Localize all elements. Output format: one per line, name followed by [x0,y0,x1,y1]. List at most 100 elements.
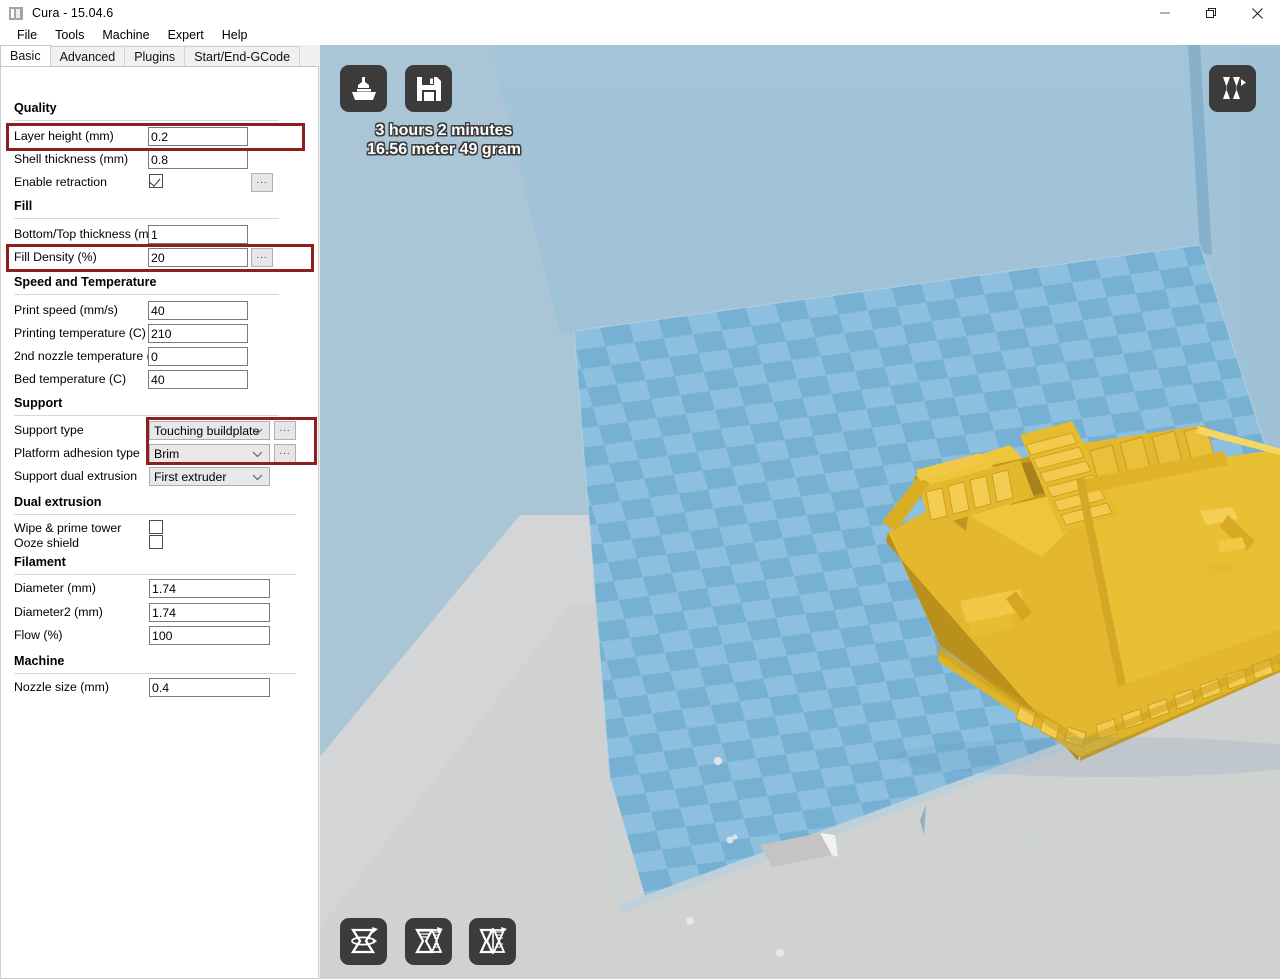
second-nozzle-temperature-input[interactable] [148,347,248,366]
minimize-icon[interactable] [1142,0,1188,26]
group-header-dual-extrusion: Dual extrusion [14,495,102,509]
group-header-filament: Filament [14,555,66,569]
group-header-quality: Quality [14,101,57,115]
setting-label: Shell thickness (mm) [14,152,129,166]
setting-label: Enable retraction [14,175,107,189]
group-header-support: Support [14,396,63,410]
menu-item-expert[interactable]: Expert [159,26,213,45]
setting-row-support-type: Support type Touching buildplate ... [1,420,318,442]
nozzle-size-input[interactable] [149,678,270,697]
setting-row-shell-thickness: Shell thickness (mm) [1,149,318,171]
setting-row-ooze-shield: Ooze shield [1,533,318,555]
3d-viewport[interactable]: 3 hours 2 minutes 16.56 meter 49 gram [320,45,1280,979]
menu-item-tools[interactable]: Tools [46,26,93,45]
save-gcode-icon[interactable] [405,65,452,112]
tab-plugins[interactable]: Plugins [124,46,186,67]
ooze-shield-checkbox[interactable] [149,535,163,549]
group-rule [14,294,279,295]
setting-row-flow: Flow (%) [1,625,318,647]
setting-row-diameter: Diameter (mm) [1,578,318,600]
setting-label: Flow (%) [14,628,63,642]
bed-temperature-input[interactable] [148,370,248,389]
menu-item-help[interactable]: Help [213,26,257,45]
support-type-value: Touching buildplate [154,424,260,438]
restore-icon[interactable] [1188,0,1234,26]
setting-row-support-dual-extrusion: Support dual extrusion First extruder [1,466,318,488]
fill-density-input[interactable] [148,248,248,267]
view-mode-icon[interactable] [1209,65,1256,112]
group-rule [14,673,296,674]
group-rule [14,218,279,219]
setting-row-2nd-nozzle-temperature: 2nd nozzle temperature (C) [1,346,318,368]
3d-scene [320,45,1280,979]
rotate-tool-icon[interactable] [340,918,387,965]
setting-row-bed-temperature: Bed temperature (C) [1,369,318,391]
setting-row-layer-height: Layer height (mm) [1,126,318,148]
diameter-input[interactable] [149,579,270,598]
setting-label: Fill Density (%) [14,250,97,264]
tab-advanced[interactable]: Advanced [49,46,126,67]
setting-row-printing-temperature: Printing temperature (C) [1,323,318,345]
flow-input[interactable] [149,626,270,645]
group-rule [14,574,296,575]
setting-row-platform-adhesion-type: Platform adhesion type Brim ... [1,443,318,465]
tab-basic[interactable]: Basic [0,45,51,67]
setting-label: Platform adhesion type [14,446,140,460]
support-type-more-button[interactable]: ... [274,421,296,440]
menu-item-file[interactable]: File [8,26,46,45]
group-rule [14,514,296,515]
setting-label: Diameter2 (mm) [14,605,103,619]
setting-row-fill-density: Fill Density (%) ... [1,247,318,269]
setting-label: Ooze shield [14,536,79,550]
setting-row-diameter2: Diameter2 (mm) [1,602,318,624]
tab-start-end-gcode[interactable]: Start/End-GCode [184,46,301,67]
print-material: 16.56 meter 49 gram [367,141,521,158]
group-rule [14,415,279,416]
window-title: Cura - 15.04.6 [32,6,114,20]
group-header-speed-temperature: Speed and Temperature [14,275,157,289]
menu-item-machine[interactable]: Machine [93,26,158,45]
support-dual-extrusion-value: First extruder [154,470,227,484]
setting-label: Nozzle size (mm) [14,680,109,694]
setting-label: Layer height (mm) [14,129,114,143]
group-rule [14,120,279,121]
setting-label: Printing temperature (C) [14,326,146,340]
group-header-machine: Machine [14,654,65,668]
setting-label: Support type [14,423,84,437]
window-controls [1142,0,1280,26]
menu-bar: File Tools Machine Expert Help [0,26,1280,45]
support-dual-extrusion-select[interactable]: First extruder [149,467,270,486]
setting-label: Print speed (mm/s) [14,303,118,317]
scale-tool-icon[interactable] [405,918,452,965]
support-type-select[interactable]: Touching buildplate [149,421,270,440]
enable-retraction-more-button[interactable]: ... [251,173,273,192]
layer-height-input[interactable] [148,127,248,146]
settings-tab-strip: Basic Advanced Plugins Start/End-GCode [0,45,320,67]
settings-list: Quality Layer height (mm) Shell thicknes… [0,66,319,979]
wipe-prime-tower-checkbox[interactable] [149,520,163,534]
chevron-down-icon [252,446,264,463]
setting-label: 2nd nozzle temperature (C) [14,349,164,363]
group-header-fill: Fill [14,199,33,213]
setting-label: Bottom/Top thickness (mm) [14,227,163,241]
chevron-down-icon [252,423,264,440]
title-bar: Cura - 15.04.6 [0,0,1280,26]
enable-retraction-checkbox[interactable] [149,174,163,188]
print-time: 3 hours 2 minutes [375,122,513,139]
platform-adhesion-type-select[interactable]: Brim [149,444,270,463]
bottom-top-thickness-input[interactable] [148,225,248,244]
setting-label: Bed temperature (C) [14,372,127,386]
printing-temperature-input[interactable] [148,324,248,343]
close-icon[interactable] [1234,0,1280,26]
diameter2-input[interactable] [149,603,270,622]
setting-label: Diameter (mm) [14,581,96,595]
platform-adhesion-more-button[interactable]: ... [274,444,296,463]
load-model-icon[interactable] [340,65,387,112]
shell-thickness-input[interactable] [148,150,248,169]
mirror-tool-icon[interactable] [469,918,516,965]
print-speed-input[interactable] [148,301,248,320]
cura-logo-icon [9,6,23,20]
fill-density-more-button[interactable]: ... [251,248,273,267]
setting-row-nozzle-size: Nozzle size (mm) [1,677,318,699]
setting-row-print-speed: Print speed (mm/s) [1,300,318,322]
